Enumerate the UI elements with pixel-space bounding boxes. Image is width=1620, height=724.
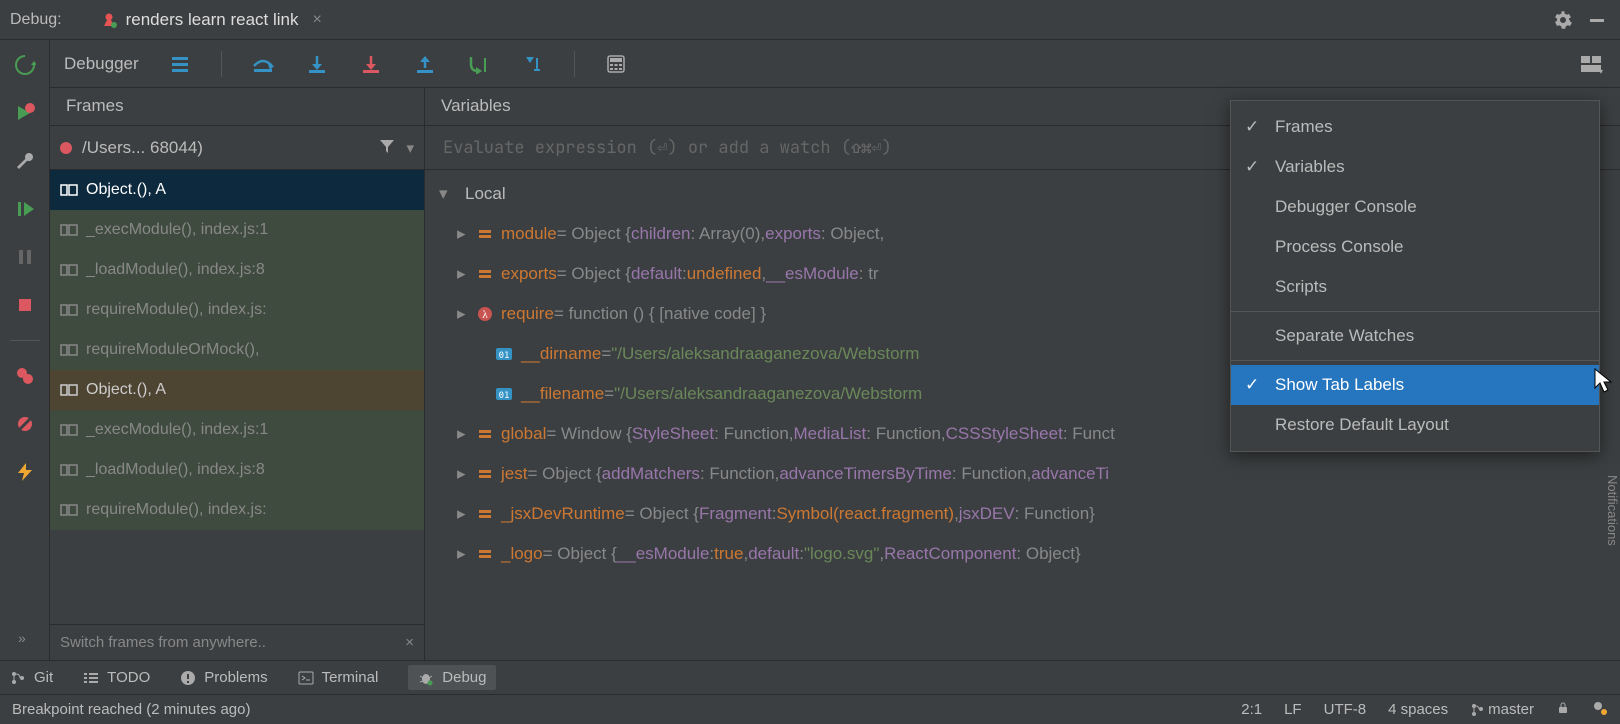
menu-item[interactable]: ✓Show Tab Labels [1231,365,1599,405]
chevron-down-icon[interactable]: ▾ [406,139,414,157]
rerun-failed-icon[interactable] [12,100,38,126]
tab-problems[interactable]: Problems [180,669,267,686]
status-message: Breakpoint reached (2 minutes ago) [12,701,250,718]
config-name: renders learn react link [126,10,299,30]
variable-row[interactable]: _jsxDevRuntime = Object {Fragment: Symbo… [425,494,1620,534]
debugger-label: Debugger [64,54,139,74]
caret-icon[interactable] [457,464,475,484]
frame-row[interactable]: requireModule(), index.js: [50,490,424,530]
debug-label: Debug: [10,11,62,29]
caret-icon[interactable] [457,544,475,564]
menu-item[interactable]: Scripts [1231,267,1599,307]
thread-text: /Users... 68044) [82,138,368,158]
scope-label: Local [465,184,506,204]
run-config-tab[interactable]: renders learn react link × [100,10,322,30]
frame-row[interactable]: _loadModule(), index.js:8 [50,450,424,490]
breakpoints-icon[interactable] [12,363,38,389]
evaluate-icon[interactable] [603,51,629,77]
mouse-cursor-icon [1594,368,1616,394]
debug-toolbar [0,40,50,660]
tab-todo[interactable]: TODO [83,669,150,686]
caret-icon[interactable] [457,424,475,444]
gear-icon[interactable] [1550,7,1576,33]
svg-text:01: 01 [499,351,510,361]
frame-row[interactable]: Object.(), A [50,370,424,410]
rerun-icon[interactable] [12,52,38,78]
frame-row[interactable]: _loadModule(), index.js:8 [50,250,424,290]
status-bar: Breakpoint reached (2 minutes ago) 2:1 L… [0,694,1620,724]
frames-tip: Switch frames from anywhere.. × [50,624,424,660]
variable-row[interactable]: _logo = Object {__esModule: true, defaul… [425,534,1620,574]
minimize-icon[interactable] [1584,7,1610,33]
suspended-icon [60,142,72,154]
caret-icon[interactable] [457,224,475,244]
frame-row[interactable]: _execModule(), index.js:1 [50,410,424,450]
frame-row[interactable]: requireModule(), index.js: [50,290,424,330]
frames-header[interactable]: Frames [50,88,425,125]
stop-icon[interactable] [12,292,38,318]
tab-debug[interactable]: Debug [408,665,496,690]
close-icon[interactable]: × [313,11,322,29]
step-out-icon[interactable] [412,51,438,77]
menu-item[interactable]: Separate Watches [1231,316,1599,356]
ide-settings-icon[interactable] [1592,700,1608,720]
file-encoding[interactable]: UTF-8 [1324,701,1367,718]
line-separator[interactable]: LF [1284,701,1302,718]
menu-item[interactable]: Debugger Console [1231,187,1599,227]
more-icon[interactable]: » [18,630,26,646]
drop-frame-icon[interactable] [520,51,546,77]
wrench-icon[interactable] [12,148,38,174]
tip-text: Switch frames from anywhere.. [60,634,266,651]
svg-text:λ: λ [482,309,488,321]
variable-row[interactable]: jest = Object {addMatchers: Function, ad… [425,454,1620,494]
debugger-toolbar: Debugger ▾ [50,40,1620,88]
git-branch[interactable]: master [1470,701,1534,718]
thread-selector[interactable]: /Users... 68044) ▾ [50,126,424,170]
lock-icon[interactable] [1556,701,1570,719]
step-over-icon[interactable] [250,51,276,77]
variables-header[interactable]: Variables [425,88,527,125]
tab-git[interactable]: Git [10,669,53,686]
menu-item[interactable]: Process Console [1231,227,1599,267]
step-into-icon[interactable] [304,51,330,77]
notifications-tab[interactable]: Notifications [1600,440,1620,580]
caret-icon[interactable] [457,264,475,284]
caret-icon[interactable] [439,184,457,204]
frames-panel: /Users... 68044) ▾ Object.(), A_execModu… [50,126,425,660]
caret-position[interactable]: 2:1 [1241,701,1262,718]
tab-terminal[interactable]: Terminal [298,669,379,686]
run-to-cursor-icon[interactable] [466,51,492,77]
threads-icon[interactable] [167,51,193,77]
menu-item[interactable]: ✓Frames [1231,107,1599,147]
layout-settings-icon[interactable]: ▾ [1580,51,1606,77]
tool-window-bar: Git TODO Problems Terminal Debug [0,660,1620,694]
lightning-icon[interactable] [12,459,38,485]
frame-row[interactable]: requireModuleOrMock(), [50,330,424,370]
caret-icon[interactable] [457,304,475,324]
menu-item[interactable]: ✓Variables [1231,147,1599,187]
frame-list[interactable]: Object.(), A_execModule(), index.js:1_lo… [50,170,424,624]
debug-header: Debug: renders learn react link × [0,0,1620,40]
layout-context-menu: ✓Frames✓VariablesDebugger ConsoleProcess… [1230,100,1600,452]
filter-icon[interactable] [378,137,396,159]
frame-row[interactable]: _execModule(), index.js:1 [50,210,424,250]
frame-row[interactable]: Object.(), A [50,170,424,210]
force-step-into-icon[interactable] [358,51,384,77]
pause-icon[interactable] [12,244,38,270]
resume-icon[interactable] [12,196,38,222]
menu-item[interactable]: Restore Default Layout [1231,405,1599,445]
mute-breakpoints-icon[interactable] [12,411,38,437]
eval-placeholder: Evaluate expression (⏎) or add a watch (… [443,137,892,159]
indent-setting[interactable]: 4 spaces [1388,701,1448,718]
svg-text:01: 01 [499,391,510,401]
close-icon[interactable]: × [405,634,414,651]
caret-icon[interactable] [457,504,475,524]
